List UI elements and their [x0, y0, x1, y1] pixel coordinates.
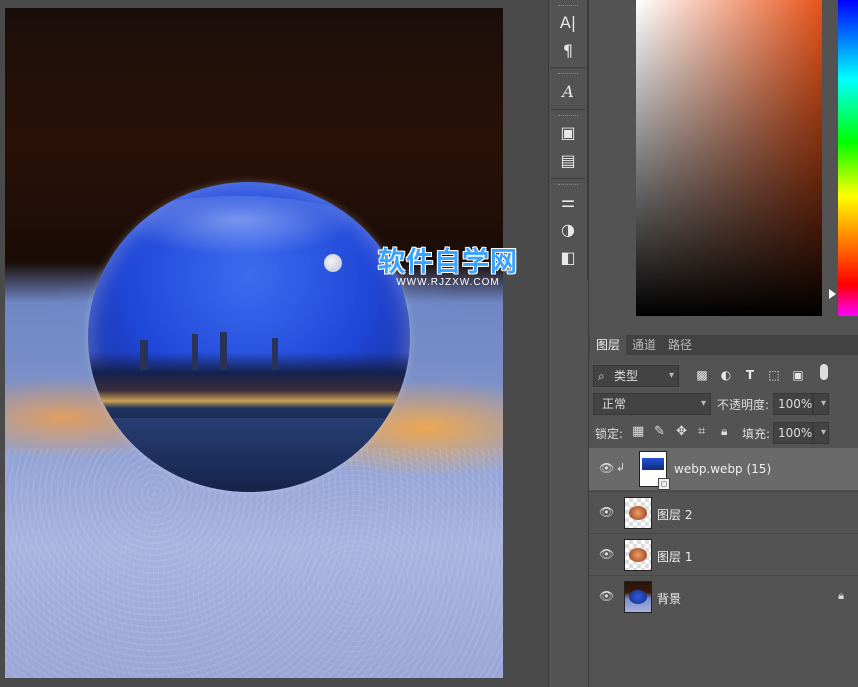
- crystal-ball-image: [88, 182, 410, 492]
- lock-icon: 🔒︎: [838, 589, 844, 602]
- blend-mode-value: 正常: [602, 397, 627, 411]
- opacity-input[interactable]: 100%: [773, 393, 813, 415]
- fill-value: 100%: [778, 426, 813, 440]
- skyline-tower: [272, 338, 278, 370]
- opacity-value: 100%: [778, 397, 813, 411]
- layer-filter-label: 类型: [614, 369, 639, 383]
- skyline-tower: [220, 332, 227, 370]
- lock-artboard-icon[interactable]: ⌗: [698, 424, 705, 439]
- layer-name[interactable]: webp.webp (15): [674, 462, 771, 476]
- panel-grip[interactable]: [558, 73, 578, 76]
- styles-panel-icon[interactable]: ◑: [557, 219, 579, 241]
- visibility-eye-icon[interactable]: 👁︎: [599, 505, 614, 519]
- clipping-arrow-icon: ↲: [616, 461, 626, 474]
- tab-layers[interactable]: 图层: [590, 335, 627, 355]
- layer-row-background[interactable]: 👁︎ 背景 🔒︎: [589, 575, 858, 618]
- layer-filter-dropdown[interactable]: ⌕ 类型 ▾: [593, 365, 679, 387]
- glyphs-panel-icon[interactable]: A: [557, 81, 579, 103]
- hue-slider-handle[interactable]: [829, 289, 836, 299]
- layer-thumbnail[interactable]: ▢: [639, 451, 670, 490]
- filter-pixel-icon[interactable]: ▩: [694, 367, 710, 383]
- chevron-down-icon: ▾: [820, 398, 826, 409]
- visibility-eye-icon[interactable]: 👁︎: [599, 461, 614, 475]
- visibility-eye-icon[interactable]: 👁︎: [599, 589, 614, 603]
- chevron-down-icon: ▾: [820, 427, 826, 438]
- opacity-slider-button[interactable]: ▾: [813, 393, 829, 415]
- chevron-down-icon: ▾: [700, 398, 706, 409]
- chevron-down-icon: ▾: [668, 370, 674, 381]
- paragraph-panel-icon[interactable]: ¶: [557, 40, 579, 62]
- ball-highlight: [118, 196, 358, 256]
- separator: [551, 109, 585, 110]
- hue-slider[interactable]: [838, 0, 858, 316]
- layer-thumbnail[interactable]: [624, 539, 652, 571]
- thumbnail-image: [642, 458, 664, 470]
- layer-row-webp[interactable]: 👁︎ ↲ ▢ webp.webp (15): [589, 448, 858, 490]
- search-icon: ⌕: [598, 369, 605, 383]
- layer-thumbnail[interactable]: [624, 497, 652, 529]
- layer-row-layer-1[interactable]: 👁︎ 图层 1: [589, 533, 858, 576]
- tab-paths[interactable]: 路径: [662, 335, 698, 355]
- river-reflection: [88, 418, 410, 492]
- tab-channels[interactable]: 通道: [626, 335, 662, 355]
- properties-panel-icon[interactable]: ▣: [557, 122, 579, 144]
- smart-object-icon: ▢: [658, 478, 670, 490]
- filter-toggle-switch[interactable]: [820, 364, 828, 380]
- notes-panel-icon[interactable]: ▤: [557, 150, 579, 172]
- panel-grip[interactable]: [558, 115, 578, 118]
- filter-shape-icon[interactable]: ⬚: [766, 367, 782, 383]
- filter-smart-object-icon[interactable]: ▣: [790, 367, 806, 383]
- watermark: 软件自学网 WWW.RJZXW.COM: [373, 240, 523, 288]
- panel-grip[interactable]: [558, 184, 578, 187]
- color-picker-field[interactable]: [636, 0, 822, 316]
- visibility-eye-icon[interactable]: 👁︎: [599, 547, 614, 561]
- lock-all-icon[interactable]: 🔒︎: [721, 424, 727, 439]
- lock-position-icon[interactable]: ✥: [676, 424, 687, 439]
- fill-label: 填充:: [742, 427, 771, 441]
- panel-icon-column: A| ¶ A ▣ ▤ ⚌ ◑ ◧: [549, 0, 588, 280]
- skyline-tower: [140, 340, 148, 370]
- lock-transparent-icon[interactable]: ▦: [632, 424, 644, 439]
- moon: [324, 254, 342, 272]
- filter-adjustment-icon[interactable]: ◐: [718, 367, 734, 383]
- watermark-title: 软件自学网: [378, 247, 518, 277]
- thumbnail-image: [629, 548, 647, 562]
- separator: [551, 178, 585, 179]
- thumbnail-image: [629, 506, 647, 520]
- separator: [551, 67, 585, 68]
- lock-image-icon[interactable]: ✎: [654, 424, 665, 439]
- filter-type-icon[interactable]: T: [742, 367, 758, 383]
- blend-mode-dropdown[interactable]: 正常 ▾: [593, 393, 711, 415]
- layer-name[interactable]: 图层 2: [657, 506, 692, 523]
- libraries-panel-icon[interactable]: ◧: [557, 247, 579, 269]
- lock-label: 锁定:: [595, 427, 624, 441]
- layer-name[interactable]: 背景: [657, 590, 681, 607]
- opacity-label: 不透明度:: [717, 398, 770, 412]
- city-skyline: [88, 352, 410, 422]
- thumbnail-image: [629, 590, 647, 604]
- layer-thumbnail[interactable]: [624, 581, 652, 613]
- layer-row-layer-2[interactable]: 👁︎ 图层 2: [589, 491, 858, 534]
- layer-name[interactable]: 图层 1: [657, 548, 692, 565]
- adjustments-panel-icon[interactable]: ⚌: [557, 191, 579, 213]
- fill-slider-button[interactable]: ▾: [813, 422, 829, 444]
- skyline-tower: [192, 334, 198, 370]
- panel-grip[interactable]: [558, 5, 578, 8]
- character-panel-icon[interactable]: A|: [557, 12, 579, 34]
- layers-panel-tabs: 图层 通道 路径: [588, 335, 858, 355]
- fill-input[interactable]: 100%: [773, 422, 813, 444]
